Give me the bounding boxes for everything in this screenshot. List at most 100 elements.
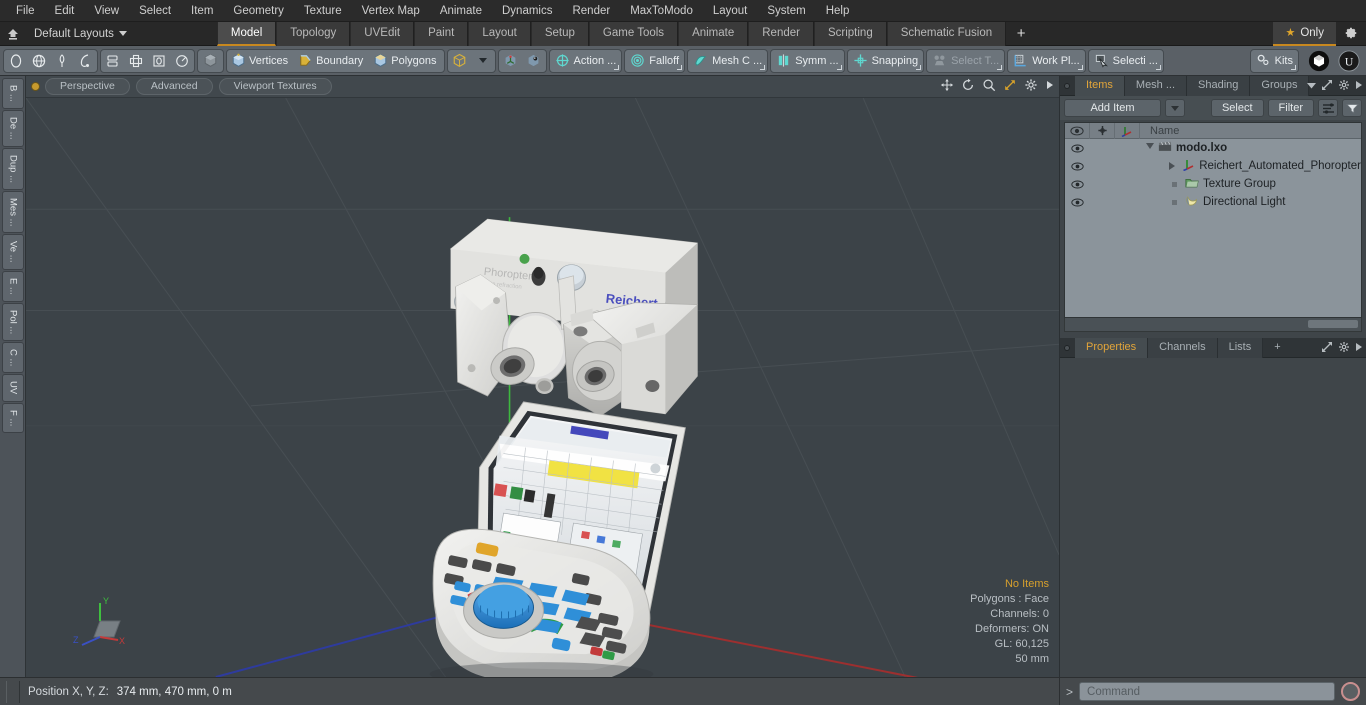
item-tree-footer-scrollbar[interactable] [1064,318,1362,332]
action-center-button[interactable]: Action ... [548,48,623,73]
vtab-vertex[interactable]: Ve ... [2,234,24,270]
funnel-icon[interactable] [1342,99,1362,117]
filter-button[interactable]: Filter [1267,99,1314,117]
menu-item-select[interactable]: Select [129,0,181,22]
radial-align-icon[interactable] [171,50,193,72]
lasso-select-icon[interactable] [74,50,96,72]
kits-button[interactable]: Kits [1249,48,1299,73]
panel-more-icon[interactable] [1355,342,1363,355]
expander-right-icon[interactable] [1169,162,1176,170]
menu-item-system[interactable]: System [757,0,815,22]
status-bar-grip[interactable] [6,680,20,703]
mesh-constraint-button[interactable]: Mesh C ... [687,48,769,73]
globe-select-icon[interactable] [28,50,50,72]
tab-paint[interactable]: Paint [414,21,469,46]
vtab-polygon[interactable]: Pol ... [2,302,24,341]
viewport-gear-icon[interactable] [1024,78,1038,92]
vtab-deform[interactable]: De ... [2,109,24,147]
select-through-button[interactable]: Select T... [926,48,1006,73]
viewport-more-icon[interactable] [1045,79,1055,91]
home-up-icon[interactable] [0,22,26,46]
gear-icon[interactable] [1336,26,1366,43]
table-row[interactable]: modo.lxo [1065,139,1361,157]
snapping-button[interactable]: Snapping [846,48,925,73]
menu-item-texture[interactable]: Texture [294,0,352,22]
viewport-perspective-button[interactable]: Perspective [45,78,130,95]
work-plane-button[interactable]: Work Pl... [1007,48,1086,73]
panel-more-icon[interactable] [1355,80,1363,93]
tab-properties[interactable]: Properties [1075,337,1149,358]
vtab-duplicate[interactable]: Dup ... [2,147,24,190]
menu-item-edit[interactable]: Edit [45,0,85,22]
center-align-icon[interactable] [102,50,124,72]
tab-groups[interactable]: Groups [1250,75,1310,96]
vtab-uv[interactable]: UV [2,374,24,402]
add-item-button[interactable]: Add Item [1064,99,1161,117]
table-row[interactable]: Directional Light [1065,193,1361,211]
tab-shading[interactable]: Shading [1187,75,1251,96]
lasso-paint-icon[interactable] [51,50,73,72]
boundary-button[interactable]: Boundary [295,50,369,72]
tab-setup[interactable]: Setup [530,21,589,46]
fit-icon[interactable] [1003,78,1017,92]
pivot-center-icon[interactable] [523,50,545,72]
tab-mesh-ops[interactable]: Mesh ... [1124,75,1188,96]
vtab-edge[interactable]: E ... [2,270,24,302]
tab-topology[interactable]: Topology [276,21,351,46]
pan-icon[interactable] [940,78,954,92]
tab-game-tools[interactable]: Game Tools [588,21,679,46]
tree-item-mesh[interactable]: Reichert_Automated_Phoropter [1137,158,1361,174]
tab-scripting[interactable]: Scripting [813,21,887,46]
item-mode-chevron-down-icon[interactable] [472,50,494,72]
menu-item-maxtomodo[interactable]: MaxToModo [620,0,703,22]
expander-down-icon[interactable] [1146,143,1154,153]
row-visibility-icon[interactable] [1065,198,1090,207]
vtab-curve[interactable]: C ... [2,341,24,374]
menu-item-animate[interactable]: Animate [430,0,492,22]
vertices-button[interactable]: Vertices [228,50,294,72]
expand-icon[interactable] [1321,341,1333,356]
menu-item-render[interactable]: Render [562,0,620,22]
select-button[interactable]: Select [1210,99,1264,117]
tab-items[interactable]: Items [1075,75,1125,96]
panel-gear-icon[interactable] [1338,79,1350,94]
tab-model[interactable]: Model [216,21,277,46]
vtab-basic[interactable]: B ... [2,78,24,109]
modo-logo-icon[interactable] [1305,50,1333,72]
circle-select-icon[interactable] [5,50,27,72]
cross-align-icon[interactable] [125,50,147,72]
list-options-icon[interactable] [1318,99,1338,117]
unreal-engine-icon[interactable]: U [1335,49,1363,72]
selection-set-button[interactable]: Selecti ... [1087,48,1164,73]
rotate-icon[interactable] [961,78,975,92]
menu-item-item[interactable]: Item [181,0,223,22]
panel-gear-icon[interactable] [1338,341,1350,356]
tab-layout[interactable]: Layout [468,21,531,46]
item-tree[interactable]: Name modo.lxo Reichert_Automated_Phoropt… [1064,122,1362,318]
add-layout-tab-button[interactable]: + [1006,22,1036,46]
menu-item-file[interactable]: File [6,0,45,22]
vtab-falloff[interactable]: F ... [2,402,24,433]
tab-schematic-fusion[interactable]: Schematic Fusion [886,21,1007,46]
tab-channels[interactable]: Channels [1148,337,1218,358]
tree-item-directional-light[interactable]: Directional Light [1140,195,1285,210]
tree-item-texture-group[interactable]: Texture Group [1140,177,1276,191]
menu-item-view[interactable]: View [84,0,129,22]
viewport-textures-button[interactable]: Viewport Textures [218,78,332,95]
vtab-mesh[interactable]: Mes ... [2,190,24,234]
cube-grey-icon[interactable] [197,48,224,73]
tab-render[interactable]: Render [748,21,814,46]
add-item-chevron-down-icon[interactable] [1164,99,1185,117]
polygons-button[interactable]: Polygons [370,50,442,72]
tab-lists[interactable]: Lists [1217,337,1264,358]
zoom-icon[interactable] [982,78,996,92]
cube-outline-icon[interactable] [449,50,471,72]
pivot-axis-icon[interactable] [500,50,522,72]
row-visibility-icon[interactable] [1065,162,1089,171]
table-row[interactable]: Texture Group [1065,175,1361,193]
tab-uvedit[interactable]: UVEdit [350,21,415,46]
chevron-down-icon[interactable] [1307,80,1316,92]
viewport-3d-canvas[interactable]: Phoropter auto refraction Reichert PHORO… [26,98,1059,677]
row-visibility-icon[interactable] [1065,180,1090,189]
command-input[interactable] [1079,682,1335,701]
